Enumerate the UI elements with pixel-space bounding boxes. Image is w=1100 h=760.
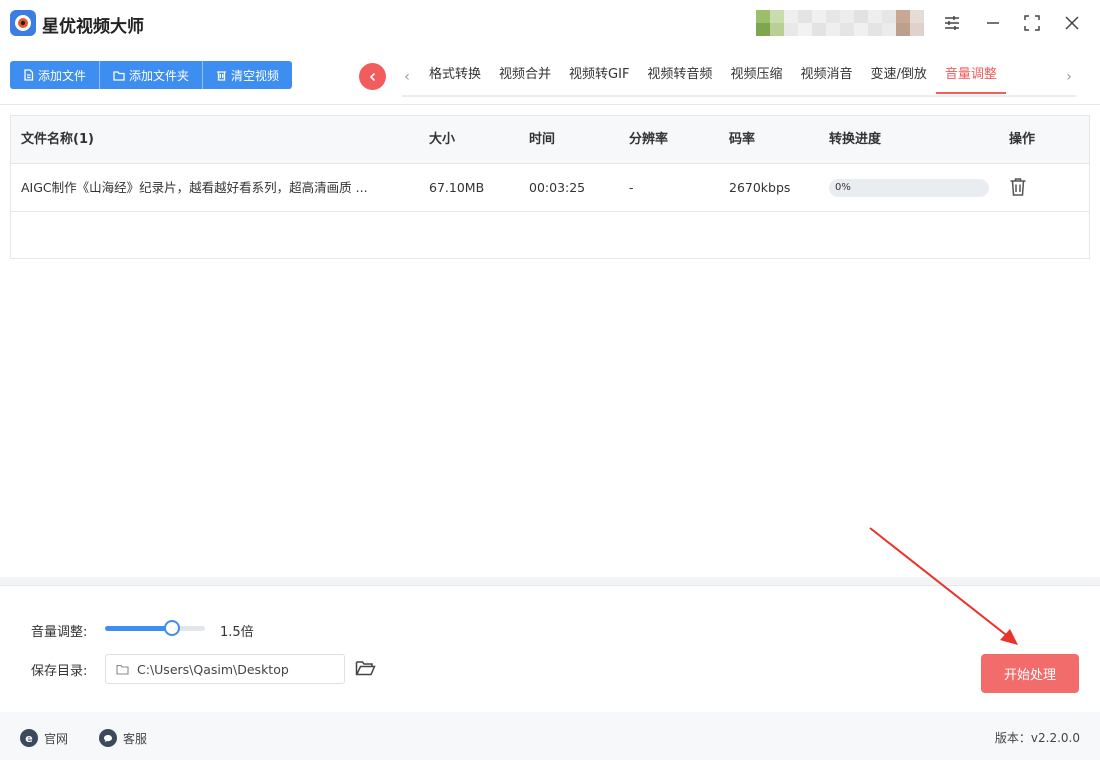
volume-value: 1.5倍 [220,625,254,640]
col-time-header: 时间 [529,132,556,147]
file-name-cell: AIGC制作《山海经》纪录片，越看越好看系列，超高清画质 ... [21,180,368,195]
file-bitrate-cell: 2670kbps [729,180,791,195]
save-dir-value: C:\Users\Qasim\Desktop [137,661,289,677]
delete-row-icon[interactable] [1009,177,1027,201]
progress-bar: 0% [829,179,989,197]
file-resolution-cell: - [629,180,634,195]
file-icon [24,69,34,81]
volume-slider[interactable] [105,620,205,636]
website-label: 官网 [44,731,69,746]
tab-speed-reverse[interactable]: 变速/倒放 [861,58,935,94]
header-divider [0,104,1100,105]
file-table: 文件名称(1) 大小 时间 分辨率 码率 转换进度 操作 AIGC制作《山海经》… [10,115,1090,259]
table-row[interactable]: AIGC制作《山海经》纪录片，越看越好看系列，超高清画质 ... 67.10MB… [11,164,1089,212]
tab-volume-adjust[interactable]: 音量调整 [935,58,1006,94]
clear-videos-label: 清空视频 [231,68,280,83]
file-size-cell: 67.10MB [429,180,485,195]
start-processing-button[interactable]: 开始处理 [981,654,1079,693]
folder-icon [113,70,125,81]
table-header: 文件名称(1) 大小 时间 分辨率 码率 转换进度 操作 [11,116,1089,164]
col-size-header: 大小 [429,132,456,147]
collapse-back-button[interactable] [359,63,386,90]
minimize-icon[interactable] [982,12,1004,34]
version-text: 版本：v2.2.0.0 [994,731,1080,745]
add-file-label: 添加文件 [38,68,87,83]
app-logo-icon [10,10,36,36]
col-resolution-header: 分辨率 [629,132,669,147]
browse-folder-icon[interactable] [355,659,376,681]
chevron-left-icon [369,72,375,81]
tab-video-to-gif[interactable]: 视频转GIF [560,58,638,94]
add-folder-button[interactable]: 添加文件夹 [100,61,204,89]
trash-icon [217,71,227,81]
save-dir-label: 保存目录: [31,664,88,679]
file-time-cell: 00:03:25 [529,180,586,195]
close-icon[interactable] [1061,12,1083,34]
col-name-header: 文件名称(1) [21,132,94,147]
volume-label: 音量调整: [31,625,88,640]
website-link[interactable]: e 官网 [20,729,68,747]
tab-video-compress[interactable]: 视频压缩 [721,58,791,94]
tab-video-mute[interactable]: 视频消音 [791,58,861,94]
add-folder-label: 添加文件夹 [129,68,190,83]
footer-bar: e 官网 客服 版本：v2.2.0.0 [0,712,1100,760]
save-dir-input[interactable]: C:\Users\Qasim\Desktop [105,654,345,684]
col-action-header: 操作 [1009,132,1036,147]
tab-video-to-audio[interactable]: 视频转音频 [638,58,721,94]
tab-format-convert[interactable]: 格式转换 [420,58,490,94]
progress-text: 0% [835,182,851,193]
col-bitrate-header: 码率 [729,132,756,147]
support-link[interactable]: 客服 [99,729,147,747]
chat-bubble-icon [99,729,117,747]
support-label: 客服 [123,731,148,746]
tabs-scroll-right-icon[interactable]: › [1062,64,1076,90]
clear-videos-button[interactable]: 清空视频 [203,61,292,89]
settings-sliders-icon[interactable] [941,12,963,34]
title-bar: 星优视频大师 [0,0,1100,48]
website-e-icon: e [20,729,38,747]
feature-tabs: 格式转换 视频合并 视频转GIF 视频转音频 视频压缩 视频消音 变速/倒放 音… [420,58,1006,96]
file-toolbar: 添加文件 添加文件夹 清空视频 [10,61,293,89]
volume-slider-handle[interactable] [164,620,180,636]
annotation-arrow-icon [869,527,1018,645]
col-progress-header: 转换进度 [829,132,882,147]
folder-icon [116,664,129,675]
maximize-icon[interactable] [1021,12,1043,34]
tabs-divider [402,95,1076,97]
tab-video-merge[interactable]: 视频合并 [490,58,560,94]
user-avatar[interactable] [756,10,924,36]
tabs-scroll-left-icon[interactable]: ‹ [400,64,414,90]
add-file-button[interactable]: 添加文件 [10,61,101,89]
volume-slider-fill [105,626,172,631]
app-title: 星优视频大师 [42,17,144,37]
